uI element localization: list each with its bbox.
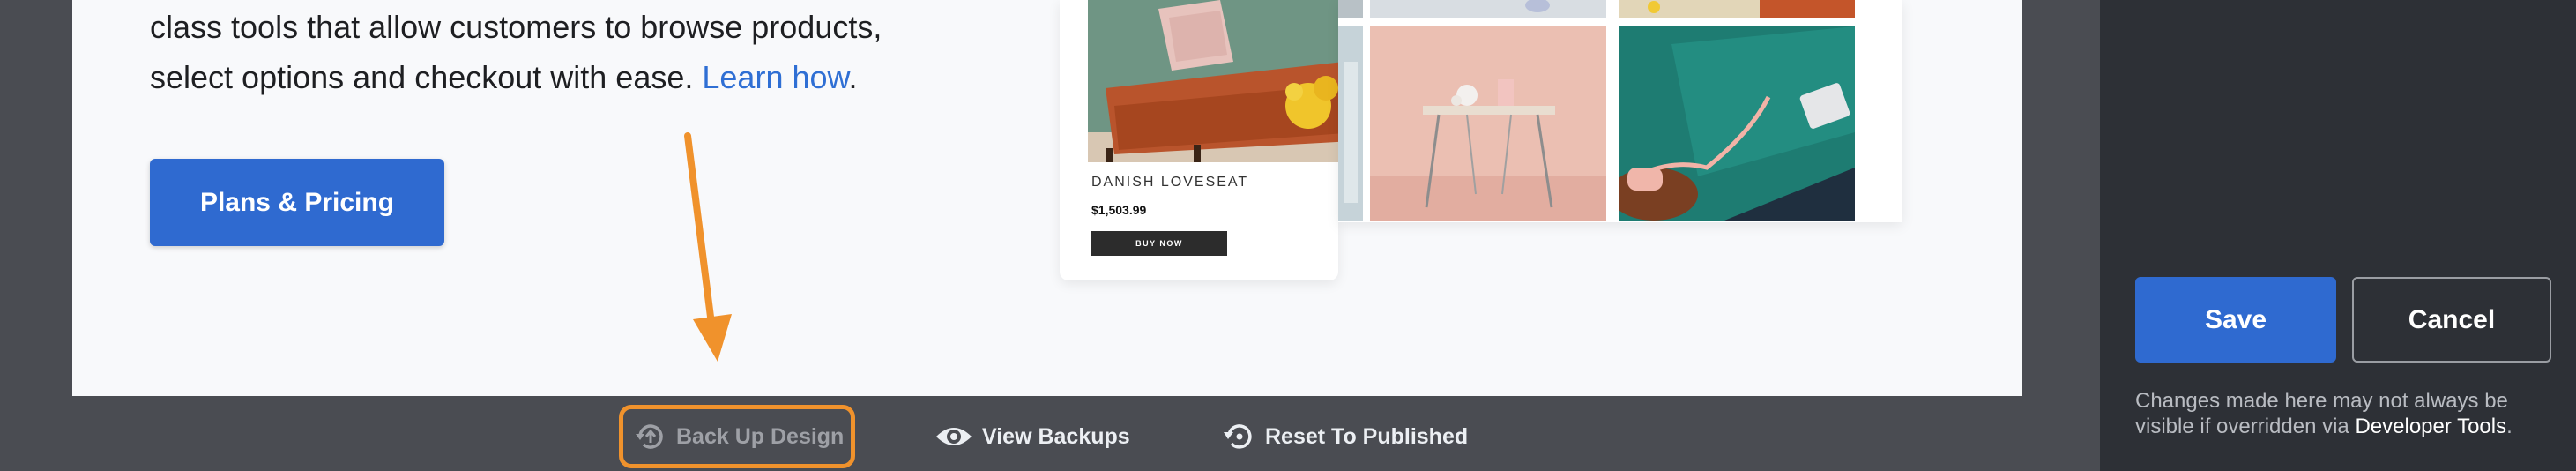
backup-icon — [636, 424, 663, 449]
intro-end: . — [848, 59, 858, 95]
view-backups-label: View Backups — [982, 423, 1130, 449]
learn-how-link[interactable]: Learn how — [702, 59, 848, 95]
photo-grid — [1338, 0, 1902, 222]
grid-photo-strip-2 — [1370, 0, 1606, 18]
buy-now-button[interactable]: BUY NOW — [1091, 231, 1227, 256]
intro-line-2-text: select options and checkout with ease. — [150, 59, 703, 95]
reset-icon — [1224, 424, 1252, 449]
grid-photo-strip-1 — [1338, 0, 1363, 18]
save-button[interactable]: Save — [2135, 277, 2336, 363]
intro-line-2: select options and checkout with ease. L… — [150, 52, 943, 102]
grid-photo-left — [1338, 26, 1363, 221]
design-preview: class tools that allow customers to brow… — [72, 0, 2022, 396]
view-backups-button[interactable]: View Backups — [934, 405, 1130, 468]
intro-line-1: class tools that allow customers to brow… — [150, 9, 882, 45]
eye-icon — [936, 428, 972, 445]
grid-photo-strip-3 — [1619, 0, 1855, 18]
settings-sidebar: Save Cancel Changes made here may not al… — [2100, 0, 2576, 471]
grid-photo-table — [1370, 26, 1606, 221]
intro-text: class tools that allow customers to brow… — [150, 2, 943, 102]
reset-to-published-button[interactable]: Reset To Published — [1221, 405, 1468, 468]
grid-photo-sofa — [1619, 26, 1855, 221]
reset-to-published-label: Reset To Published — [1265, 423, 1469, 449]
product-image — [1088, 0, 1356, 162]
developer-tools-link[interactable]: Developer Tools — [2355, 415, 2506, 438]
override-note-end: . — [2506, 415, 2513, 438]
plans-pricing-button[interactable]: Plans & Pricing — [150, 159, 444, 246]
back-up-design-label: Back Up Design — [676, 423, 845, 449]
product-card: DANISH LOVESEAT $1,503.99 BUY NOW — [1060, 0, 1356, 280]
product-price: $1,503.99 — [1091, 203, 1147, 217]
product-name: DANISH LOVESEAT — [1091, 175, 1249, 190]
cancel-button[interactable]: Cancel — [2352, 277, 2551, 363]
arrow-annotation — [684, 132, 732, 362]
back-up-design-button[interactable]: Back Up Design — [619, 405, 855, 468]
override-note: Changes made here may not always be visi… — [2135, 388, 2558, 439]
